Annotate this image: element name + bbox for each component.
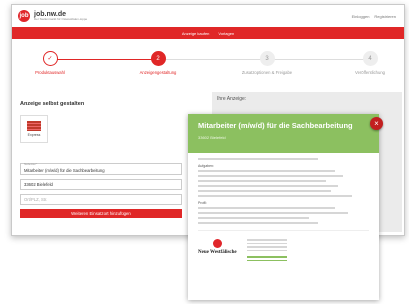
ad-form: Anzeige selbst gestalten Express Stellen… xyxy=(20,101,182,218)
nav-item-templates[interactable]: Vorlagen xyxy=(218,31,234,36)
step-number: 2 xyxy=(150,51,166,66)
location-value: 33602 Bielefeld xyxy=(24,182,53,187)
form-title: Anzeige selbst gestalten xyxy=(20,101,85,107)
extra-location-field[interactable]: Ort/PLZ, Str. xyxy=(20,194,182,205)
text-line xyxy=(246,246,287,248)
step-design[interactable]: 2 Anzeigengestaltung xyxy=(123,51,193,75)
step-publish[interactable]: 4 Veröffentlichung xyxy=(335,51,404,75)
main-nav: Anzeige kaufen Vorlagen xyxy=(12,27,404,39)
step-number: 3 xyxy=(259,51,275,66)
brand-mark-icon xyxy=(212,239,222,248)
ad-preview-modal: Mitarbeiter (m/w/d) für die Sachbearbeit… xyxy=(188,114,379,300)
text-line xyxy=(198,207,335,209)
modal-footer: Neue Westfälische xyxy=(198,230,369,263)
product-label: Express xyxy=(27,133,41,137)
text-line xyxy=(198,185,339,187)
location-field[interactable]: 33602 Bielefeld xyxy=(20,179,182,190)
text-line xyxy=(198,175,344,177)
check-icon: ✓ xyxy=(42,51,58,66)
step-number: 4 xyxy=(362,51,378,66)
modal-location: 33602 Bielefeld xyxy=(198,135,226,140)
job-title-field[interactable]: Stellentitel * Mitarbeiter (m/w/d) für d… xyxy=(20,163,182,175)
step-options[interactable]: 3 Zusatzoptionen & Freigabe xyxy=(232,51,302,75)
preview-title: Ihre Anzeige: xyxy=(217,96,247,102)
account-links: Einloggen Registrieren xyxy=(352,14,396,19)
text-line xyxy=(198,158,318,160)
register-link[interactable]: Registrieren xyxy=(374,14,396,19)
site-logo[interactable]: job job.nw.de Der Stellenmarkt für Ostwe… xyxy=(18,10,87,22)
text-line xyxy=(246,239,287,241)
job-title-value: Mitarbeiter (m/w/d) für die Sachbearbeit… xyxy=(24,168,105,173)
newspaper-icon xyxy=(27,121,41,131)
section-heading-tasks: Aufgaben: xyxy=(198,164,214,168)
add-location-button[interactable]: Weiteren Einsatzort hinzufügen xyxy=(20,209,182,218)
site-header: job job.nw.de Der Stellenmarkt für Ostwe… xyxy=(12,5,404,27)
text-line xyxy=(198,190,332,192)
contact-link[interactable] xyxy=(246,259,287,261)
step-label: Anzeigengestaltung xyxy=(139,70,177,75)
modal-header: Mitarbeiter (m/w/d) für die Sachbearbeit… xyxy=(188,114,379,153)
login-link[interactable]: Einloggen xyxy=(352,14,370,19)
contact-link[interactable] xyxy=(246,256,287,258)
text-line xyxy=(246,249,287,251)
step-label: Produktauswahl xyxy=(35,70,65,75)
close-icon[interactable]: × xyxy=(370,117,383,130)
brand-logo: Neue Westfälische xyxy=(198,239,237,255)
step-label: Veröffentlichung xyxy=(355,70,385,75)
brand-name: Neue Westfälische xyxy=(198,250,237,255)
logo-mark: job xyxy=(18,10,30,22)
text-line xyxy=(198,212,349,214)
contact-block xyxy=(246,239,287,263)
extra-location-placeholder: Ort/PLZ, Str. xyxy=(24,197,48,202)
text-line xyxy=(198,180,327,182)
text-line xyxy=(198,195,352,197)
section-heading-profile: Profil: xyxy=(198,201,207,205)
text-line xyxy=(198,222,318,224)
step-label: Zusatzoptionen & Freigabe xyxy=(241,70,293,75)
progress-steps: ✓ Produktauswahl 2 Anzeigengestaltung 3 … xyxy=(12,49,404,85)
modal-title: Mitarbeiter (m/w/d) für die Sachbearbeit… xyxy=(198,121,353,130)
step-product[interactable]: ✓ Produktauswahl xyxy=(15,51,85,75)
job-title-label: Stellentitel * xyxy=(24,163,38,166)
text-line xyxy=(246,242,287,244)
site-tagline: Der Stellenmarkt für Ostwestfalen-Lippe xyxy=(34,17,88,21)
modal-body: Aufgaben: Profil: Neue Westfälische xyxy=(188,153,379,268)
text-line xyxy=(198,170,335,172)
text-line xyxy=(198,217,310,219)
nav-item-buy-ad[interactable]: Anzeige kaufen xyxy=(182,31,210,36)
product-tile[interactable]: Express xyxy=(20,115,48,143)
